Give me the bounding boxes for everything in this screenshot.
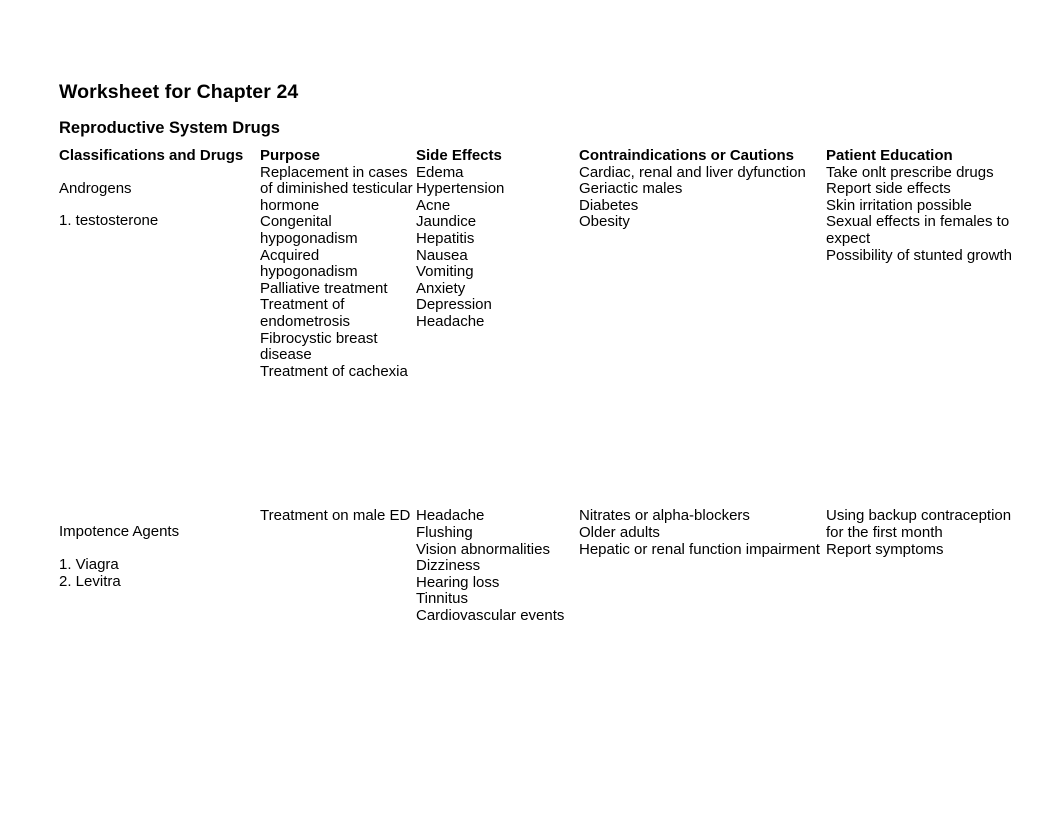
cell-education-impotence-agents: Using backup contraception for the first… xyxy=(826,507,1012,558)
column-header-classifications: Classifications and Drugs xyxy=(59,147,244,164)
row-spacer xyxy=(59,380,1024,508)
page-title: Worksheet for Chapter 24 xyxy=(59,81,299,103)
cell-purpose-androgens: Replacement in cases of diminished testi… xyxy=(260,163,413,380)
drug-list: 1. Viagra 2. Levitra xyxy=(59,555,121,590)
column-header-contraindications: Contraindications or Cautions xyxy=(579,147,795,164)
cell-side-effects-androgens: Edema Hypertension Acne Jaundice Hepatitis Na… xyxy=(416,163,505,330)
cell-classification-androgens: Androgens 1. testosterone xyxy=(59,165,260,381)
column-header-side-effects: Side Effects xyxy=(416,147,502,164)
spacer-cell xyxy=(59,380,260,508)
spacer-cell xyxy=(826,380,1024,508)
table-header-row: Classifications and Drugs Purpose Side E… xyxy=(59,147,1024,165)
worksheet-page: Worksheet for Chapter 24 Reproductive Sy… xyxy=(59,80,1039,624)
drug-list: 1. testosterone xyxy=(59,212,159,230)
table-row: Androgens 1. testosterone Replacement in… xyxy=(59,163,1024,381)
drug-table: Classifications and Drugs Purpose Side E… xyxy=(59,147,1024,624)
cell-education-androgens: Take onlt prescribe drugs Report side eff… xyxy=(826,163,1012,264)
spacer-cell xyxy=(260,380,416,508)
section-title: Reproductive System Drugs xyxy=(59,119,280,138)
cell-side-effects-impotence-agents: Headache Flushing Vision abnormalities Dizz… xyxy=(416,507,565,624)
classification-name: Impotence Agents xyxy=(59,523,180,541)
spacer-cell xyxy=(579,380,826,508)
classification-name: Androgens xyxy=(59,179,132,197)
spacer-cell xyxy=(416,380,579,508)
column-header-purpose: Purpose xyxy=(260,147,321,164)
column-header-patient-education: Patient Education xyxy=(826,147,953,164)
cell-classification-impotence-agents: Impotence Agents 1. Viagra 2. Levitra xyxy=(59,508,260,624)
cell-contraindications-impotence-agents: Nitrates or alpha-blockers Older adults He… xyxy=(579,507,820,558)
cell-purpose-impotence-agents: Treatment on male ED xyxy=(260,507,411,525)
cell-contraindications-androgens: Cardiac, renal and liver dyfunction Geria… xyxy=(579,163,806,231)
table-row: Impotence Agents 1. Viagra 2. Levitra Tre… xyxy=(59,507,1024,624)
